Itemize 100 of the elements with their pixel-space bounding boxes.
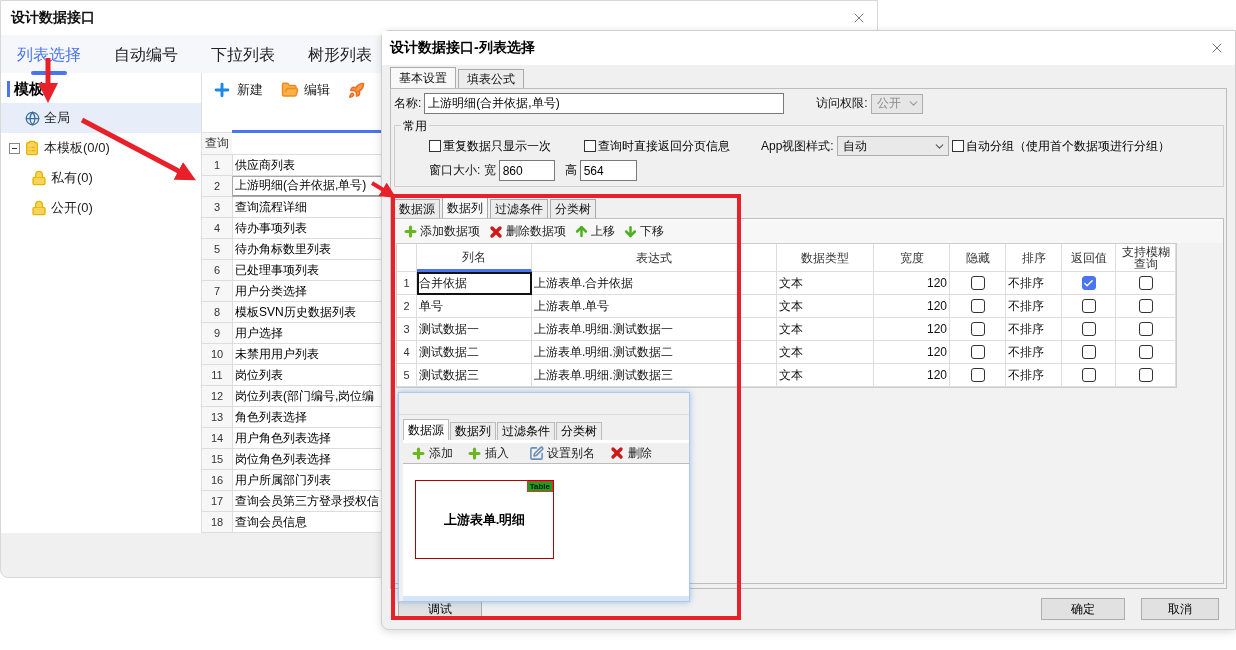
toolbar-button[interactable]: 下移	[623, 223, 664, 240]
row-number: 3	[202, 197, 232, 218]
tab[interactable]: 数据列	[450, 422, 496, 440]
toolbar-button[interactable]: 添加	[411, 444, 453, 462]
list-item[interactable]: 角色列表选择	[232, 407, 382, 428]
launch-button[interactable]	[348, 81, 365, 99]
row-number: 3	[397, 318, 417, 341]
checkbox[interactable]	[970, 368, 985, 382]
checkbox[interactable]	[1138, 276, 1153, 290]
collapse-icon[interactable]	[9, 142, 20, 154]
list-item[interactable]: 待办角标数里列表	[232, 239, 382, 260]
view-style-select[interactable]: 自动	[836, 136, 949, 156]
table-cell[interactable]: 测试数据二	[417, 341, 532, 364]
tab[interactable]: 数据列	[442, 197, 488, 218]
tree-item[interactable]: 公开(0)	[19, 193, 201, 223]
toolbar-button[interactable]: 新建	[212, 80, 263, 100]
table-cell[interactable]: 测试数据一	[417, 318, 532, 341]
checkbox[interactable]	[970, 276, 985, 290]
toolbar-button[interactable]: 上移	[574, 223, 615, 240]
list-item[interactable]: 待办事项列表	[232, 218, 382, 239]
toolbar-button[interactable]: 设置别名	[529, 444, 595, 462]
checkbox-label[interactable]: 重复数据只显示一次	[429, 137, 551, 155]
clipboard-icon	[24, 140, 40, 156]
checkbox[interactable]	[584, 140, 596, 152]
toolbar-button[interactable]: 添加数据项	[403, 223, 480, 240]
list-item[interactable]: 查询流程详细	[232, 197, 382, 218]
list-item[interactable]: 岗位列表	[232, 365, 382, 386]
list-item[interactable]: 查询会员信息	[232, 512, 382, 533]
tab[interactable]: 列表选择	[17, 39, 81, 75]
height-field[interactable]: 564	[579, 160, 637, 181]
checkbox[interactable]	[1138, 322, 1153, 336]
list-item[interactable]: 已处理事项列表	[232, 260, 382, 281]
list-item[interactable]: 供应商列表	[232, 155, 382, 176]
tab[interactable]: 数据源	[394, 199, 440, 218]
checkbox-label[interactable]: 自动分组（使用首个数据项进行分组）	[951, 137, 1170, 155]
tree-item[interactable]: 私有(0)	[19, 163, 201, 193]
plus-icon	[403, 224, 418, 239]
checkbox[interactable]	[1138, 299, 1153, 313]
checkbox[interactable]	[970, 322, 985, 336]
tab[interactable]: 填表公式	[458, 69, 524, 88]
tab[interactable]: 分类树	[556, 422, 602, 440]
tab[interactable]: 自动编号	[114, 39, 178, 75]
name-field[interactable]: 上游明细(合并依据,单号)	[424, 93, 785, 114]
toolbar-button[interactable]: 编辑	[281, 81, 330, 99]
row-number: 9	[202, 323, 232, 344]
list-item[interactable]: 模板SVN历史数据列表	[232, 302, 382, 323]
list-item[interactable]: 用户角色列表选择	[232, 428, 382, 449]
dialog-title: 设计数据接口-列表选择	[390, 39, 535, 57]
checkbox[interactable]	[970, 299, 985, 313]
table-node[interactable]: Table 上游表单.明细	[415, 480, 554, 559]
row-number: 1	[397, 272, 417, 295]
tab[interactable]: 数据源	[403, 419, 449, 440]
row-number: 4	[202, 218, 232, 239]
checkbox[interactable]	[1138, 368, 1153, 382]
list-item[interactable]: 查询会员第三方登录授权信	[232, 491, 382, 512]
list-item[interactable]: 用户所属部门列表	[232, 470, 382, 491]
node-label: 上游表单.明细	[443, 510, 526, 529]
folder-icon	[281, 81, 299, 99]
checkbox[interactable]	[1081, 368, 1096, 382]
table-cell: 120	[874, 318, 950, 341]
list-item[interactable]: 上游明细(合并依据,单号)	[232, 176, 382, 197]
table-cell[interactable]: 合并依据	[417, 272, 532, 295]
table-cell: 120	[874, 364, 950, 387]
list-item[interactable]: 用户选择	[232, 323, 382, 344]
width-field[interactable]: 860	[498, 160, 555, 181]
field-label: 高	[564, 162, 577, 179]
checkbox[interactable]	[429, 140, 441, 152]
checkbox[interactable]	[1081, 322, 1096, 336]
ok-button[interactable]: 确定	[1041, 598, 1125, 620]
toolbar-button[interactable]: 插入	[467, 444, 509, 462]
table-cell[interactable]: 单号	[417, 295, 532, 318]
row-number: 8	[202, 302, 232, 323]
globe-icon	[25, 110, 40, 126]
tab[interactable]: 树形列表	[308, 39, 372, 75]
checkbox[interactable]	[1081, 345, 1096, 359]
tab[interactable]: 基本设置	[390, 67, 456, 88]
tab[interactable]: 过滤条件	[497, 422, 555, 440]
list-item[interactable]: 岗位角色列表选择	[232, 449, 382, 470]
row-number: 18	[202, 512, 232, 533]
list-item[interactable]: 用户分类选择	[232, 281, 382, 302]
cancel-button[interactable]: 取消	[1141, 598, 1219, 620]
tab[interactable]: 下拉列表	[211, 39, 275, 75]
tree-item[interactable]: 本模板(0/0)	[1, 133, 201, 163]
checkbox[interactable]	[1081, 276, 1096, 290]
checkbox[interactable]	[951, 140, 964, 152]
row-number: 2	[397, 295, 417, 318]
field-label: 名称:	[394, 95, 422, 112]
checkbox[interactable]	[1138, 345, 1153, 359]
toolbar-button[interactable]: 删除	[609, 444, 652, 462]
list-item[interactable]: 未禁用用户列表	[232, 344, 382, 365]
tab[interactable]: 分类树	[550, 199, 596, 218]
checkbox[interactable]	[970, 345, 985, 359]
list-item[interactable]: 岗位列表(部门编号,岗位编	[232, 386, 382, 407]
checkbox[interactable]	[1081, 299, 1096, 313]
row-number: 16	[202, 470, 232, 491]
checkbox-label[interactable]: 查询时直接返回分页信息	[584, 137, 730, 155]
tab[interactable]: 过滤条件	[490, 199, 548, 218]
tree-item[interactable]: 全局	[1, 103, 201, 133]
toolbar-button[interactable]: 删除数据项	[488, 223, 566, 240]
table-cell[interactable]: 测试数据三	[417, 364, 532, 387]
